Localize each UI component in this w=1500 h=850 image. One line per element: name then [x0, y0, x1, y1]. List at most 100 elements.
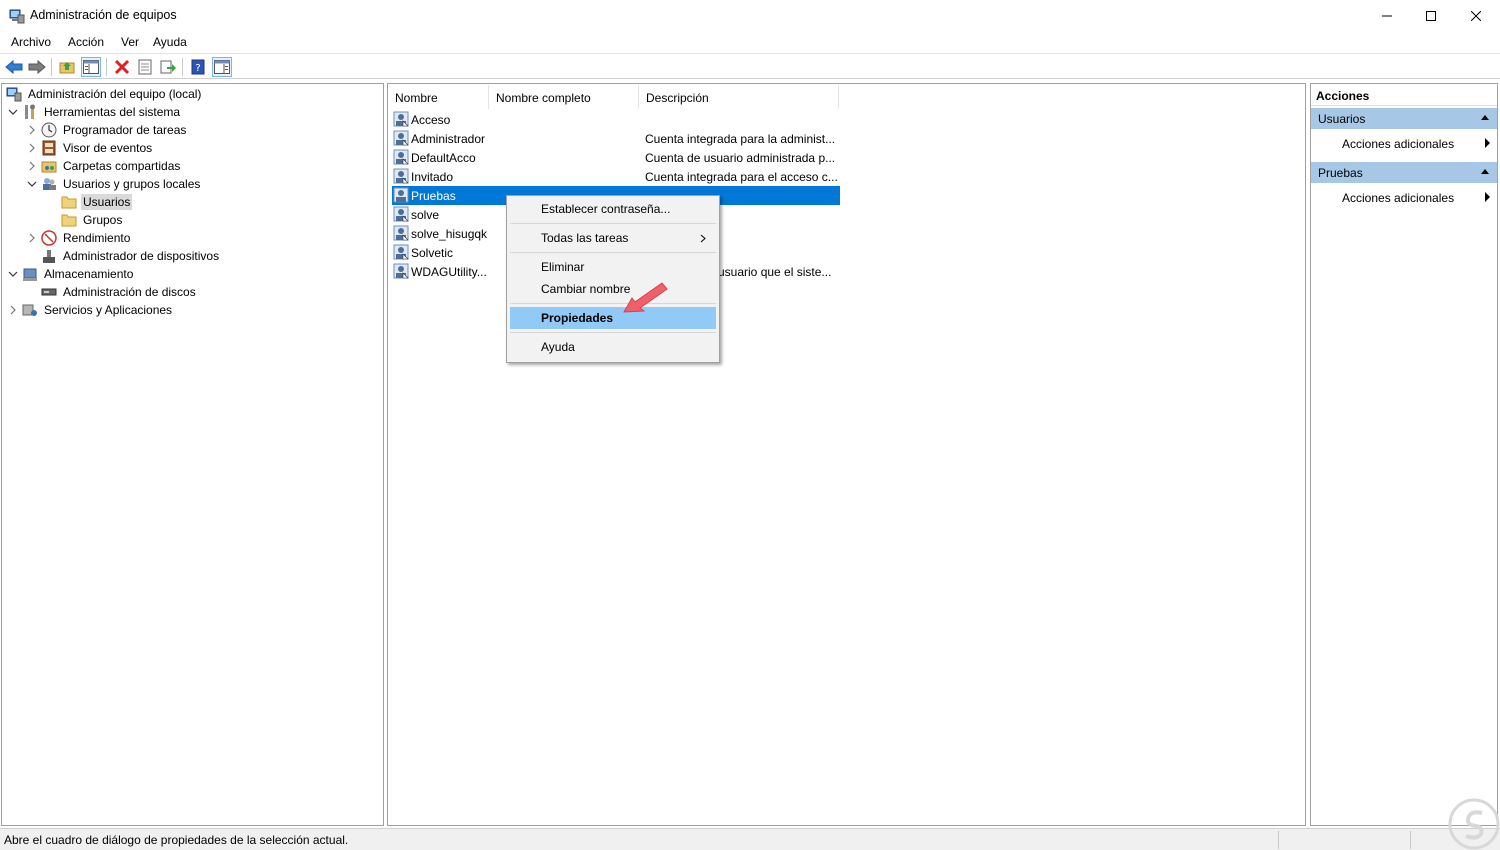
show-hide-tree-button[interactable]	[81, 57, 101, 77]
chevron-down-icon[interactable]	[8, 107, 18, 117]
collapse-triangle-icon[interactable]	[1481, 115, 1489, 120]
up-one-level-button[interactable]	[57, 57, 77, 77]
close-button[interactable]	[1453, 0, 1499, 31]
tree-node-users[interactable]: Usuarios	[61, 193, 133, 211]
row-description: Cuenta integrada para la administ...	[645, 132, 836, 146]
toolbar-separator	[106, 58, 107, 76]
toolbar-separator	[51, 58, 52, 76]
actions-pane: Acciones Usuarios Acciones adicionales P…	[1310, 83, 1498, 826]
menu-accion[interactable]: Acción	[68, 35, 104, 49]
delete-button[interactable]	[112, 57, 132, 77]
folder-icon	[61, 214, 77, 227]
tree-label: Carpetas compartidas	[63, 159, 181, 173]
maximize-button[interactable]	[1408, 0, 1454, 31]
menu-ver[interactable]: Ver	[121, 35, 139, 49]
menu-archivo[interactable]: Archivo	[11, 35, 51, 49]
shared-folder-icon	[41, 161, 57, 173]
chevron-down-icon[interactable]	[27, 179, 37, 189]
forward-button[interactable]	[27, 57, 47, 77]
export-list-button[interactable]	[158, 57, 178, 77]
tools-icon	[25, 104, 35, 119]
menu-separator	[510, 252, 716, 253]
list-row[interactable]: Acceso	[392, 110, 840, 129]
performance-icon	[41, 230, 57, 246]
folder-icon	[61, 196, 77, 209]
action-more-actions-pruebas[interactable]: Acciones adicionales	[1311, 186, 1497, 208]
tree-label: Herramientas del sistema	[44, 105, 181, 119]
menu-item-help[interactable]: Ayuda	[510, 336, 716, 358]
menu-item-all-tasks[interactable]: Todas las tareas	[510, 227, 716, 249]
row-name: Administrador	[411, 132, 486, 146]
menu-item-label: Eliminar	[541, 260, 585, 274]
tree-label: Usuarios	[81, 194, 133, 210]
tree-node-device-manager[interactable]: Administrador de dispositivos	[41, 247, 221, 265]
submenu-arrow-icon	[1485, 192, 1490, 202]
action-group-pruebas[interactable]: Pruebas	[1311, 162, 1497, 183]
user-icon	[393, 168, 409, 184]
window-title: Administración de equipos	[30, 8, 177, 22]
tree-node-system-tools[interactable]: Herramientas del sistema	[8, 103, 182, 121]
list-row[interactable]: Administrador Cuenta integrada para la a…	[392, 129, 840, 148]
user-icon	[393, 263, 409, 279]
row-name: Invitado	[411, 170, 454, 184]
action-group-label: Pruebas	[1318, 166, 1363, 180]
svg-text:?: ?	[195, 63, 200, 74]
column-header-name[interactable]: Nombre	[388, 85, 489, 109]
tree-node-services-apps[interactable]: Servicios y Aplicaciones	[8, 301, 174, 319]
clock-icon	[41, 122, 57, 138]
toolbar-separator	[182, 58, 183, 76]
watermark-logo	[1448, 798, 1500, 850]
collapse-triangle-icon[interactable]	[1481, 169, 1489, 174]
tree-node-performance[interactable]: Rendimiento	[27, 229, 132, 247]
chevron-right-icon[interactable]	[27, 143, 37, 153]
user-icon	[393, 149, 409, 165]
row-name: solve	[411, 208, 440, 222]
title-bar: Administración de equipos	[0, 0, 1500, 31]
list-row[interactable]: DefaultAcco Cuenta de usuario administra…	[392, 148, 840, 167]
help-button[interactable]: ?	[188, 57, 208, 77]
tree-node-disk-management[interactable]: Administración de discos	[41, 283, 198, 301]
back-button[interactable]	[4, 57, 24, 77]
tree-node-event-viewer[interactable]: Visor de eventos	[27, 139, 154, 157]
properties-icon	[138, 59, 152, 75]
tree-label: Usuarios y grupos locales	[63, 177, 201, 191]
minimize-button[interactable]	[1364, 0, 1410, 31]
menu-ayuda[interactable]: Ayuda	[153, 35, 187, 49]
chevron-down-icon[interactable]	[8, 269, 18, 279]
action-more-actions-users[interactable]: Acciones adicionales	[1311, 132, 1497, 154]
chevron-right-icon[interactable]	[27, 233, 37, 243]
menu-item-delete[interactable]: Eliminar	[510, 256, 716, 278]
menu-item-set-password[interactable]: Establecer contraseña...	[510, 198, 716, 220]
tree-node-local-users-groups[interactable]: Usuarios y grupos locales	[27, 175, 202, 193]
context-menu: Establecer contraseña... Todas las tarea…	[506, 195, 720, 363]
device-manager-icon	[43, 250, 55, 263]
action-group-users[interactable]: Usuarios	[1311, 108, 1497, 129]
tree-node-groups[interactable]: Grupos	[61, 211, 124, 229]
storage-icon	[23, 268, 37, 281]
status-bar: Abre el cuadro de diálogo de propiedades…	[0, 828, 1500, 850]
column-header-full-name[interactable]: Nombre completo	[489, 85, 639, 109]
user-icon	[393, 206, 409, 222]
menu-item-rename[interactable]: Cambiar nombre	[510, 278, 716, 300]
tree-label: Almacenamiento	[44, 267, 134, 281]
tree-node-root[interactable]: Administración del equipo (local)	[6, 85, 203, 103]
delete-icon	[114, 59, 130, 75]
computer-management-icon	[6, 87, 22, 102]
chevron-right-icon	[700, 234, 706, 243]
tree-node-task-scheduler[interactable]: Programador de tareas	[27, 121, 188, 139]
tree-label: Rendimiento	[63, 231, 131, 245]
chevron-right-icon[interactable]	[8, 305, 18, 315]
show-hide-action-pane-button[interactable]	[212, 57, 232, 77]
properties-button[interactable]	[135, 57, 155, 77]
show-hide-action-pane-icon	[214, 60, 230, 74]
row-name: Pruebas	[411, 189, 456, 203]
menu-item-properties[interactable]: Propiedades	[510, 307, 716, 329]
chevron-right-icon[interactable]	[27, 161, 37, 171]
list-row[interactable]: Invitado Cuenta integrada para el acceso…	[392, 167, 840, 186]
chevron-right-icon[interactable]	[27, 125, 37, 135]
column-header-description[interactable]: Descripción	[639, 85, 839, 109]
row-name: WDAGUtility...	[411, 265, 487, 279]
user-icon	[393, 244, 409, 260]
tree-node-storage[interactable]: Almacenamiento	[8, 265, 135, 283]
tree-node-shared-folders[interactable]: Carpetas compartidas	[27, 157, 182, 175]
